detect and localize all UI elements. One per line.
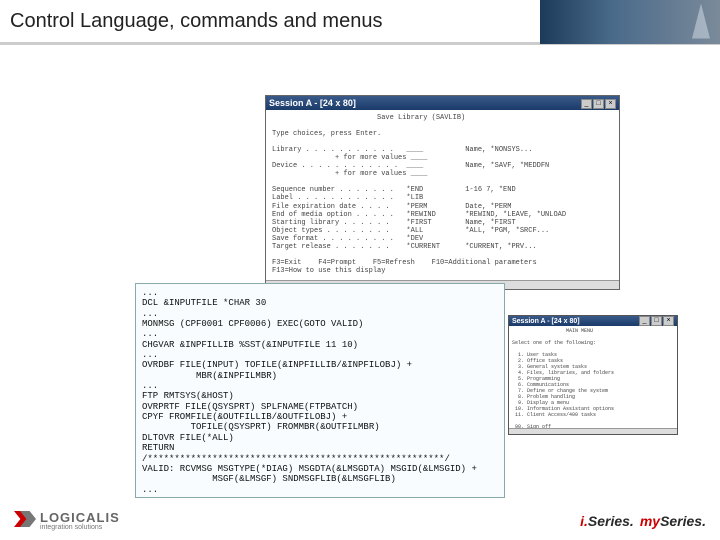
maximize-icon: □	[593, 99, 604, 109]
close-icon: ×	[605, 99, 616, 109]
window-controls[interactable]: _□×	[638, 316, 674, 326]
cl-code-listing: ... DCL &INPUTFILE *CHAR 30 ... MONMSG (…	[135, 283, 505, 498]
terminal-body[interactable]: Save Library (SAVLIB) Type choices, pres…	[266, 110, 619, 280]
window-title: Session A - [24 x 80]	[269, 98, 356, 108]
terminal-window-savlib: Session A - [24 x 80] _□× Save Library (…	[265, 95, 620, 290]
maximize-icon: □	[651, 316, 662, 326]
logo-text: LOGICALIS	[40, 511, 120, 524]
slide-title: Control Language, commands and menus	[0, 10, 382, 33]
window-titlebar[interactable]: Session A - [24 x 80] _□×	[509, 316, 677, 326]
footer: LOGICALIS integration solutions i.Series…	[0, 508, 720, 534]
header-image	[540, 0, 720, 44]
close-icon: ×	[663, 316, 674, 326]
window-titlebar[interactable]: Session A - [24 x 80] _□×	[266, 96, 619, 110]
window-title: Session A - [24 x 80]	[512, 318, 580, 325]
logo-tagline: integration solutions	[40, 524, 120, 531]
logicalis-logo: LOGICALIS integration solutions	[14, 511, 120, 531]
terminal-body[interactable]: MAIN MENU Select one of the following: 1…	[509, 326, 677, 428]
window-controls[interactable]: _□×	[580, 97, 616, 109]
minimize-icon: _	[581, 99, 592, 109]
window-statusbar	[509, 428, 677, 434]
minimize-icon: _	[639, 316, 650, 326]
terminal-window-mainmenu: Session A - [24 x 80] _□× MAIN MENU Sele…	[508, 315, 678, 435]
iseries-logo: i.Series. mySeries.	[580, 513, 706, 529]
header: Control Language, commands and menus	[0, 0, 720, 45]
